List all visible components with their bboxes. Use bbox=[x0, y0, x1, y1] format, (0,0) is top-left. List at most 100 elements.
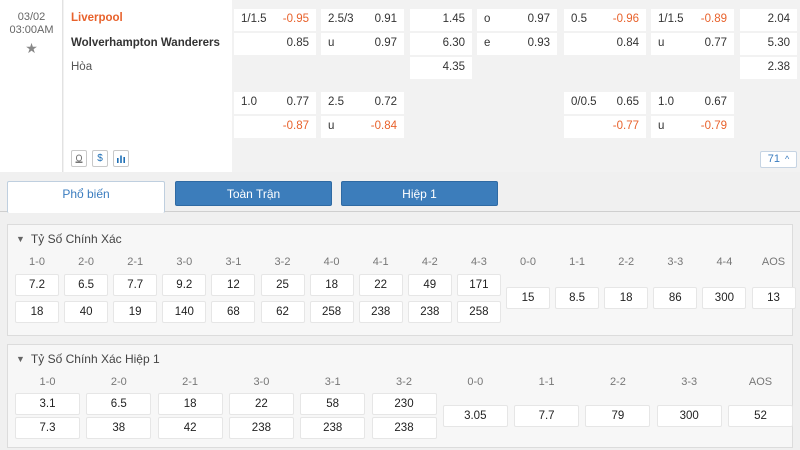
score-odds-cell[interactable]: 238 bbox=[407, 301, 452, 323]
correct-score-title[interactable]: ▼ Tỷ Số Chính Xác bbox=[16, 232, 122, 246]
ft-ou-alt-over-odds[interactable]: 2.5 0.72 bbox=[321, 92, 404, 114]
score-header: 3-1 bbox=[324, 376, 341, 388]
score-odds-cell[interactable]: 7.2 bbox=[15, 274, 59, 296]
ft-hdp-alt-home-odds[interactable]: 1.0 0.77 bbox=[234, 92, 316, 114]
ft-hdp-away-odds[interactable]: 0.85 bbox=[234, 33, 316, 55]
tab-popular[interactable]: Phổ biến bbox=[7, 181, 165, 213]
h1-ou-alt-over-odds[interactable]: 1.0 0.67 bbox=[651, 92, 734, 114]
match-date: 03/02 bbox=[17, 11, 46, 23]
tab-first-half[interactable]: Hiệp 1 bbox=[341, 181, 498, 206]
score-odds-cell[interactable]: 38 bbox=[86, 417, 152, 439]
correct-score-title-text: Tỷ Số Chính Xác bbox=[30, 232, 122, 246]
h1-ou-over-odds[interactable]: 1/1.5 -0.89 bbox=[651, 9, 734, 31]
score-header: 3-3 bbox=[667, 256, 684, 268]
score-odds-cell[interactable]: 79 bbox=[585, 405, 651, 427]
score-odds-cell[interactable]: 3.05 bbox=[442, 405, 508, 427]
ft-odd-odds[interactable]: o 0.97 bbox=[477, 9, 557, 31]
star-icon[interactable]: ★ bbox=[0, 40, 63, 57]
score-odds-cell[interactable]: 18 bbox=[604, 287, 649, 309]
score-odds-cell[interactable]: 86 bbox=[653, 287, 698, 309]
score-odds-cell[interactable]: 25 bbox=[260, 274, 305, 296]
tab-full-time[interactable]: Toàn Trận bbox=[175, 181, 332, 206]
h1-1x2-home-odds[interactable]: 2.04 bbox=[740, 9, 797, 31]
score-odds-cell[interactable]: 258 bbox=[456, 301, 501, 323]
score-odds-cell[interactable]: 18 bbox=[309, 274, 354, 296]
score-odds-cell[interactable]: 7.7 bbox=[113, 274, 158, 296]
score-odds-cell[interactable]: 238 bbox=[300, 417, 366, 439]
score-header: 1-1 bbox=[569, 256, 586, 268]
ft-1x2-draw-odds[interactable]: 4.35 bbox=[410, 57, 472, 79]
score-odds-cell[interactable]: 58 bbox=[300, 393, 366, 415]
score-odds-cell[interactable]: 40 bbox=[64, 301, 109, 323]
h1-hdp-alt-home-odds[interactable]: 0/0.5 0.65 bbox=[564, 92, 646, 114]
score-odds-cell[interactable]: 62 bbox=[260, 301, 305, 323]
h1-hdp-alt-away-odds[interactable]: -0.77 bbox=[564, 116, 646, 138]
score-odds-cell[interactable]: 18 bbox=[15, 301, 59, 323]
score-odds-cell[interactable]: 171 bbox=[456, 274, 501, 296]
h1-1x2-away-odds[interactable]: 5.30 bbox=[740, 33, 797, 55]
score-header: 2-1 bbox=[127, 256, 144, 268]
score-odds-cell[interactable]: 49 bbox=[407, 274, 452, 296]
score-odds-cell[interactable]: 42 bbox=[157, 417, 223, 439]
h1-hdp-home-odds[interactable]: 0.5 -0.96 bbox=[564, 9, 646, 31]
score-header: 2-2 bbox=[609, 376, 626, 388]
score-odds-cell[interactable]: 238 bbox=[228, 417, 294, 439]
score-odds-cell[interactable]: 230 bbox=[371, 393, 437, 415]
score-odds-cell[interactable]: 12 bbox=[211, 274, 256, 296]
score-odds-cell[interactable]: 13 bbox=[751, 287, 796, 309]
ft-ou-alt-under-odds[interactable]: u -0.84 bbox=[321, 116, 404, 138]
score-odds-cell[interactable]: 52 bbox=[728, 405, 793, 427]
ft-hdp-alt-away-odds[interactable]: -0.87 bbox=[234, 116, 316, 138]
score-odds-cell[interactable]: 258 bbox=[309, 301, 354, 323]
more-markets-button[interactable]: 71 ^ bbox=[760, 151, 797, 168]
score-header: 4-4 bbox=[716, 256, 733, 268]
ft-ou-over-odds[interactable]: 2.5/3 0.91 bbox=[321, 9, 404, 31]
score-odds-cell[interactable]: 22 bbox=[228, 393, 294, 415]
score-header: 3-0 bbox=[253, 376, 270, 388]
chevron-up-icon: ^ bbox=[785, 154, 790, 164]
correct-score-h1-title[interactable]: ▼ Tỷ Số Chính Xác Hiệp 1 bbox=[16, 352, 160, 366]
ft-ou-under-odds[interactable]: u 0.97 bbox=[321, 33, 404, 55]
h1-hdp-away-odds[interactable]: 0.84 bbox=[564, 33, 646, 55]
dollar-icon[interactable]: $ bbox=[92, 150, 108, 167]
stats-icon[interactable] bbox=[113, 150, 129, 167]
ft-even-odds[interactable]: e 0.93 bbox=[477, 33, 557, 55]
score-odds-cell[interactable]: 300 bbox=[702, 287, 747, 309]
score-odds-cell[interactable]: 15 bbox=[506, 287, 550, 309]
score-odds-cell[interactable]: 238 bbox=[371, 417, 437, 439]
match-time: 03:00AM bbox=[9, 24, 54, 36]
ft-1x2-away-odds[interactable]: 6.30 bbox=[410, 33, 472, 55]
score-odds-cell[interactable]: 6.5 bbox=[64, 274, 109, 296]
score-header: 0-0 bbox=[520, 256, 536, 268]
h1-ou-alt-under-odds[interactable]: u -0.79 bbox=[651, 116, 734, 138]
tv-icon[interactable] bbox=[71, 150, 87, 167]
score-odds-cell[interactable]: 9.2 bbox=[162, 274, 207, 296]
score-header: 4-0 bbox=[323, 256, 340, 268]
score-odds-cell[interactable]: 238 bbox=[358, 301, 403, 323]
score-odds-cell[interactable]: 7.3 bbox=[15, 417, 80, 439]
score-header: 2-0 bbox=[110, 376, 127, 388]
score-header: 2-2 bbox=[618, 256, 635, 268]
score-header: 0-0 bbox=[467, 376, 484, 388]
teams-column: Liverpool Wolverhampton Wanderers Hòa bbox=[64, 0, 232, 172]
score-odds-cell[interactable]: 18 bbox=[157, 393, 223, 415]
score-header: 3-0 bbox=[176, 256, 193, 268]
score-odds-cell[interactable]: 68 bbox=[211, 301, 256, 323]
ft-1x2-home-odds[interactable]: 1.45 bbox=[410, 9, 472, 31]
match-datetime: 03/02 03:00AM bbox=[0, 11, 63, 37]
score-odds-cell[interactable]: 3.1 bbox=[15, 393, 80, 415]
score-odds-cell[interactable]: 22 bbox=[358, 274, 403, 296]
score-header: 3-1 bbox=[225, 256, 242, 268]
score-odds-cell[interactable]: 7.7 bbox=[514, 405, 580, 427]
score-odds-cell[interactable]: 6.5 bbox=[86, 393, 152, 415]
h1-ou-under-odds[interactable]: u 0.77 bbox=[651, 33, 734, 55]
score-odds-cell[interactable]: 8.5 bbox=[555, 287, 600, 309]
ft-hdp-home-odds[interactable]: 1/1.5 -0.95 bbox=[234, 9, 316, 31]
home-team: Liverpool bbox=[71, 12, 123, 24]
score-odds-cell[interactable]: 19 bbox=[113, 301, 158, 323]
score-header: AOS bbox=[761, 256, 786, 268]
score-odds-cell[interactable]: 300 bbox=[656, 405, 722, 427]
score-odds-cell[interactable]: 140 bbox=[162, 301, 207, 323]
h1-1x2-draw-odds[interactable]: 2.38 bbox=[740, 57, 797, 79]
score-header: 4-2 bbox=[421, 256, 438, 268]
